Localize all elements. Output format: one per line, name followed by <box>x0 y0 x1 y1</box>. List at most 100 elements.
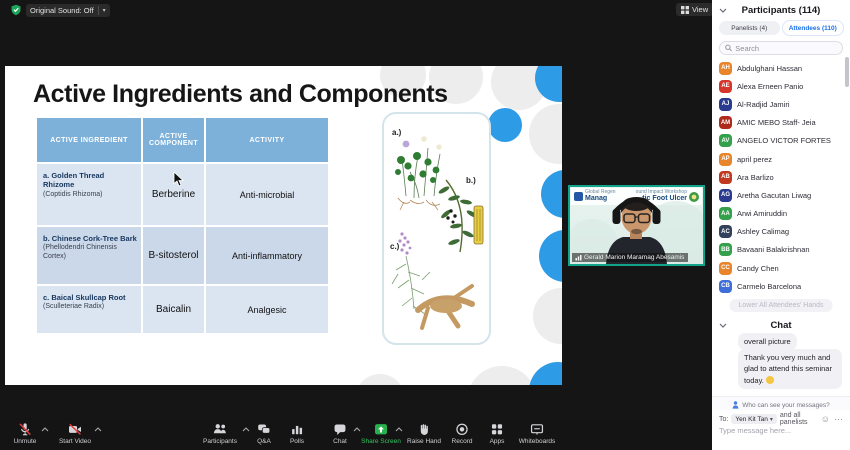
component-cell: B-sitosterol <box>143 227 204 284</box>
avatar-initials: AM <box>721 120 730 126</box>
avatar-initials: CB <box>721 283 730 289</box>
ingredient-cell: a. Golden Thread Rhizome (Coptidis Rhizo… <box>37 164 141 225</box>
participant-row[interactable]: AM AMIC MEBO Staff- Jeia <box>719 114 845 132</box>
participants-label: Participants <box>203 438 237 445</box>
participants-search-box[interactable] <box>719 41 843 55</box>
avatar: CC <box>719 262 732 275</box>
figure-label-b: b.) <box>466 176 476 185</box>
column-header: ACTIVITY <box>206 118 328 162</box>
search-input[interactable] <box>735 44 837 53</box>
mic-muted-icon <box>17 422 33 437</box>
participant-name: AMIC MEBO Staff- Jeia <box>737 118 816 127</box>
participants-tabs: Panelists (4) Attendees (110) <box>719 21 843 35</box>
table-row: c. Baical Skullcap Root (Sculleteriae Ra… <box>37 286 328 333</box>
decorative-circle <box>467 366 537 385</box>
recipient-dropdown[interactable]: Yen Kit Tan ▾ <box>731 414 777 424</box>
participant-row[interactable]: AE Alexa Erneen Panio <box>719 77 845 95</box>
activity-cell: Anti-inflammatory <box>206 227 328 284</box>
start-video-label: Start Video <box>59 438 91 445</box>
participant-name: Ashley Calimag <box>737 227 789 236</box>
column-header: ACTIVE INGREDIENT <box>37 118 141 162</box>
avatar: AV <box>719 134 732 147</box>
avatar-initials: AH <box>721 65 730 71</box>
participant-name: ANGELO VICTOR FORTES <box>737 136 831 145</box>
avatar: AG <box>719 189 732 202</box>
chat-label: Chat <box>333 438 347 445</box>
ingredient-cell: b. Chinese Cork-Tree Bark (Phellodendri … <box>37 227 141 284</box>
avatar: AP <box>719 153 732 166</box>
avatar-initials: AE <box>721 83 729 89</box>
participant-name: Ara Barlizo <box>737 173 774 182</box>
ingredients-table: ACTIVE INGREDIENT ACTIVE COMPONENT ACTIV… <box>37 118 328 333</box>
decorative-circle <box>488 108 522 142</box>
privacy-note-text: Who can see your messages? <box>742 402 829 409</box>
apps-label: Apps <box>490 438 505 445</box>
participant-row[interactable]: AA Arwi Amiruddin <box>719 205 845 223</box>
figure-label-c: c.) <box>390 242 399 251</box>
chat-privacy-note[interactable]: Who can see your messages? <box>712 396 850 410</box>
presenter-name: Gerald Marion Maramag Abesamis <box>584 254 684 261</box>
participant-row[interactable]: AG Aretha Gacutan Liwag <box>719 186 845 204</box>
botanical-figure-card: a.) b.) c.) <box>382 112 491 345</box>
caret-down-icon[interactable]: ▾ <box>103 7 106 14</box>
participant-row[interactable]: BB Bavaani Balakrishnan <box>719 241 845 259</box>
decorative-circle <box>533 288 562 344</box>
column-header: ACTIVE COMPONENT <box>143 118 204 162</box>
video-options-chevron[interactable] <box>94 427 102 432</box>
presenter-video-tile[interactable]: Global Regen Manag ound Impact Workshop … <box>568 185 705 266</box>
botanical-illustration <box>384 114 489 343</box>
activity-cell: Analgesic <box>206 286 328 333</box>
participant-name: Arwi Amiruddin <box>737 209 787 218</box>
tab-attendees[interactable]: Attendees (110) <box>783 21 844 35</box>
participants-icon <box>212 422 228 437</box>
participant-row[interactable]: AJ Al-Radjid Jamiri <box>719 95 845 113</box>
emoji-picker-icon[interactable]: ☺ <box>821 415 830 424</box>
participant-row[interactable]: CB Carmelo Barcelona <box>719 277 845 295</box>
whiteboards-button[interactable]: Whiteboards <box>508 422 566 445</box>
avatar: AB <box>719 171 732 184</box>
participant-name: Candy Chen <box>737 264 779 273</box>
participant-row[interactable]: CC Candy Chen <box>719 259 845 277</box>
chat-message-input[interactable] <box>719 426 843 435</box>
recipient-suffix: and all panelists <box>780 412 818 426</box>
avatar-initials: AC <box>721 229 730 235</box>
polls-label: Polls <box>290 438 304 445</box>
avatar: AE <box>719 80 732 93</box>
original-sound-label: Original Sound: Off <box>30 6 94 15</box>
chat-message-text: Thank you very much and glad to attend t… <box>744 353 832 385</box>
avatar: AJ <box>719 98 732 111</box>
participants-list: AH Abdulghani Hassan AE Alexa Erneen Pan… <box>719 59 845 295</box>
decorative-circle <box>529 104 562 164</box>
figure-label-a: a.) <box>392 128 401 137</box>
ingredient-latin-name: (Coptidis Rhizoma) <box>43 191 137 199</box>
participant-row[interactable]: AC Ashley Calimag <box>719 223 845 241</box>
participant-row[interactable]: AH Abdulghani Hassan <box>719 59 845 77</box>
participants-panel-title: Participants (114) <box>712 5 850 16</box>
view-label: View <box>692 5 708 14</box>
chat-more-icon[interactable]: ⋯ <box>834 415 843 424</box>
side-panel: Participants (114) Panelists (4) Attende… <box>712 0 850 450</box>
search-icon <box>725 44 732 52</box>
avatar-initials: BB <box>721 247 730 253</box>
tab-panelists[interactable]: Panelists (4) <box>719 21 780 35</box>
recipient-name: Yen Kit Tan <box>735 416 768 423</box>
original-sound-button[interactable]: Original Sound: Off ▾ <box>26 4 110 17</box>
chat-recipient-row: To: Yen Kit Tan ▾ and all panelists ☺ ⋯ <box>719 412 843 426</box>
start-video-button[interactable]: Start Video <box>46 422 104 445</box>
lower-all-hands-button[interactable]: Lower All Attendees' Hands <box>729 299 832 312</box>
slide-title: Active Ingredients and Components <box>33 80 448 109</box>
avatar: BB <box>719 243 732 256</box>
participant-name: Al-Radjid Jamiri <box>737 100 790 109</box>
avatar: AA <box>719 207 732 220</box>
view-button[interactable]: View <box>676 3 713 16</box>
whiteboards-icon <box>529 422 545 437</box>
participant-row[interactable]: AB Ara Barlizo <box>719 168 845 186</box>
participant-row[interactable]: AV ANGELO VICTOR FORTES <box>719 132 845 150</box>
ingredient-name: c. Baical Skullcap Root <box>43 293 137 302</box>
avatar: AM <box>719 116 732 129</box>
avatar: AC <box>719 225 732 238</box>
participant-row[interactable]: AP april perez <box>719 150 845 168</box>
table-body: a. Golden Thread Rhizome (Coptidis Rhizo… <box>37 164 328 333</box>
avatar-initials: AG <box>721 192 730 198</box>
participants-scrollbar[interactable] <box>845 57 849 87</box>
